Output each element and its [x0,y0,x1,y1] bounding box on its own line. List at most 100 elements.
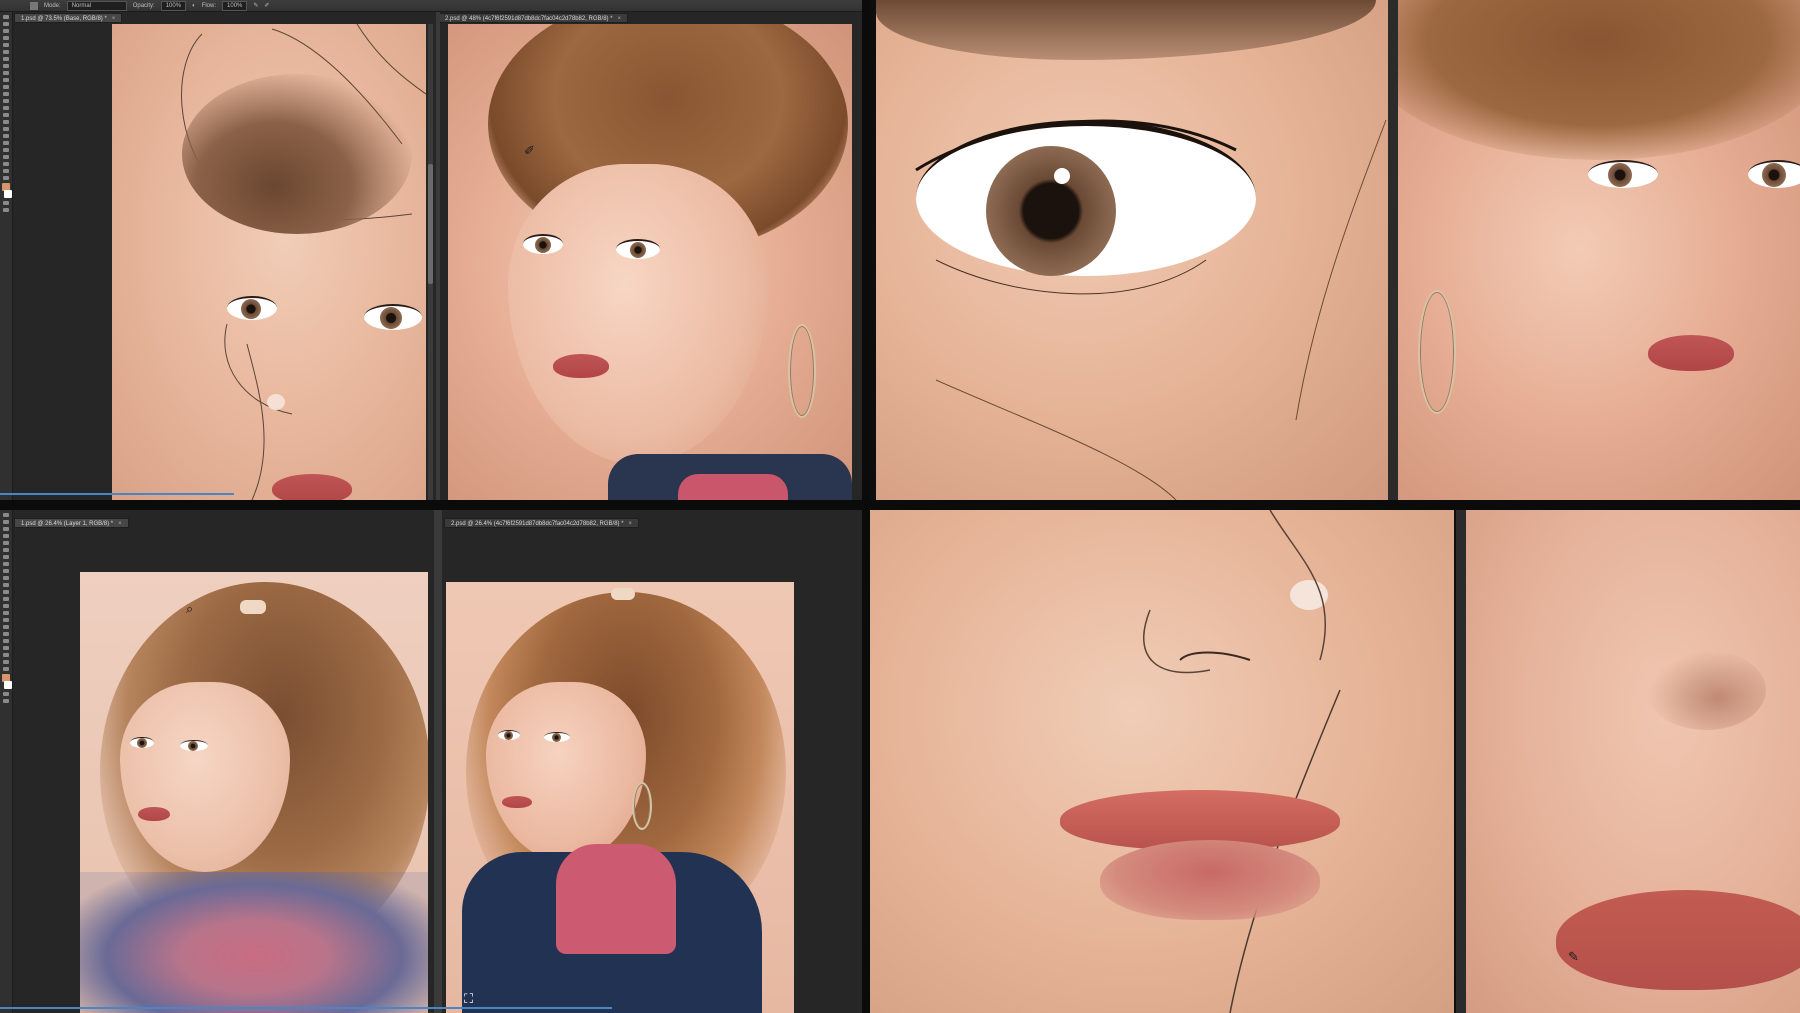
shape-tool-icon[interactable] [3,134,9,138]
sketch-canvas[interactable] [112,24,426,500]
dodge-tool-icon[interactable] [3,597,9,601]
eyedropper-tool-icon[interactable] [3,50,9,54]
history-brush-tool-icon[interactable] [3,78,9,82]
vertical-scrollbar[interactable] [428,24,433,500]
blur-tool-icon[interactable] [3,99,9,103]
move-tool-icon[interactable] [3,513,9,517]
misc-tool-icon[interactable] [3,639,9,643]
misc-tool-icon[interactable] [3,653,9,657]
pressure-opacity-icon[interactable]: ◐ [192,3,196,9]
reference-photo: ⛶ [446,582,794,1013]
painted-bangs [182,74,412,234]
pane-divider[interactable] [1388,0,1398,500]
healing-tool-icon[interactable] [3,555,9,559]
lasso-tool-icon[interactable] [3,527,9,531]
shape-tool-icon[interactable] [3,618,9,622]
tool-preset-icon[interactable] [30,1,38,10]
misc-tool-icon[interactable] [3,176,9,180]
mode-select[interactable]: Normal [66,0,127,11]
healing-tool-icon[interactable] [3,57,9,61]
zoom-tool-icon[interactable] [3,632,9,636]
pane-divider[interactable] [434,510,442,1013]
pen-tool-icon[interactable] [3,113,9,117]
lasso-tool-icon[interactable] [3,29,9,33]
pane-divider[interactable] [436,12,440,500]
dodge-tool-icon[interactable] [3,106,9,110]
painting-canvas[interactable]: ⌕ [80,572,428,1013]
nose-lineart [1143,510,1341,1013]
crop-tool-icon[interactable] [3,43,9,47]
progress-bar [0,493,234,495]
doc-tab-title: 1.psd @ 73.5% (Base, RGB/8) * [21,16,107,22]
misc-tool-icon[interactable] [3,169,9,173]
close-icon[interactable]: × [112,16,116,22]
doc-tab-reference[interactable]: 2.psd @ 26.4% (4c7f6f2591d87db8dc7fac04c… [444,518,640,528]
background-color-swatch[interactable] [4,681,12,689]
brush-tool-icon[interactable] [3,64,9,68]
quick-mask-icon[interactable] [3,201,9,205]
lips [553,354,609,378]
pink-shirt [556,844,676,954]
quick-mask-icon[interactable] [3,692,9,696]
hair-clip [240,600,266,614]
opacity-field[interactable]: 100% [160,0,187,11]
doc-tab-sketch[interactable]: 1.psd @ 73.5% (Base, RGB/8) * × [14,13,123,23]
gradient-tool-icon[interactable] [3,583,9,587]
eyedropper-tool-icon[interactable] [3,548,9,552]
close-icon[interactable]: × [629,521,633,527]
close-icon[interactable]: × [118,521,122,527]
path-select-tool-icon[interactable] [3,127,9,131]
misc-tool-icon[interactable] [3,162,9,166]
marquee-tool-icon[interactable] [3,520,9,524]
misc-tool-icon[interactable] [3,646,9,650]
type-tool-icon[interactable] [3,120,9,124]
hand-tool-icon[interactable] [3,141,9,145]
pane-divider[interactable] [1456,510,1466,1013]
iris [241,299,261,319]
move-tool-icon[interactable] [3,15,9,19]
crop-icon: ⛶ [464,991,474,1006]
crop-tool-icon[interactable] [3,541,9,545]
hair [1398,0,1800,160]
scroll-thumb[interactable] [428,164,433,284]
misc-tool-icon[interactable] [3,660,9,664]
mode-label: Mode: [44,2,61,9]
screen-mode-icon[interactable] [3,699,9,703]
gradient-tool-icon[interactable] [3,92,9,96]
doc-tab-sketch[interactable]: 1.psd @ 26.4% (Layer 1, RGB/8) * × [14,518,129,528]
blur-tool-icon[interactable] [3,590,9,594]
eraser-tool-icon[interactable] [3,576,9,580]
painted-eye-left [227,296,277,320]
hoop-earring [788,324,816,418]
flow-field[interactable]: 100% [222,0,248,11]
top-right-zoom-view [870,0,1800,500]
pressure-size-icon[interactable]: ✐ [264,2,269,9]
flow-label: Flow: [201,2,217,9]
screen-mode-icon[interactable] [3,208,9,212]
bottom-left-workspace: 1.psd @ 26.4% (Layer 1, RGB/8) * × 2.psd … [0,510,862,1013]
quick-select-tool-icon[interactable] [3,36,9,40]
brush-tool-icon[interactable] [3,562,9,566]
hoop-earring [632,782,652,830]
misc-tool-icon[interactable] [3,155,9,159]
iris [630,242,646,258]
quick-select-tool-icon[interactable] [3,534,9,538]
top-left-workspace: Mode: Normal Opacity: 100% ◐ Flow: 100% … [0,0,862,500]
tools-panel [0,510,13,1013]
eraser-tool-icon[interactable] [3,85,9,89]
airbrush-icon[interactable]: ✎ [253,2,258,9]
misc-tool-icon[interactable] [3,667,9,671]
lips [1648,335,1734,371]
eye-closeup-painting [876,0,1388,500]
stamp-tool-icon[interactable] [3,71,9,75]
type-tool-icon[interactable] [3,611,9,615]
doc-tab-reference[interactable]: 2.psd @ 48% (4c7f6f2591d87db8dc7fac04c2d… [438,13,629,23]
marquee-tool-icon[interactable] [3,22,9,26]
stamp-tool-icon[interactable] [3,569,9,573]
close-icon[interactable]: × [618,16,622,22]
eyelash-strokes [915,119,1387,500]
background-color-swatch[interactable] [4,190,12,198]
pen-tool-icon[interactable] [3,604,9,608]
hand-tool-icon[interactable] [3,625,9,629]
zoom-tool-icon[interactable] [3,148,9,152]
